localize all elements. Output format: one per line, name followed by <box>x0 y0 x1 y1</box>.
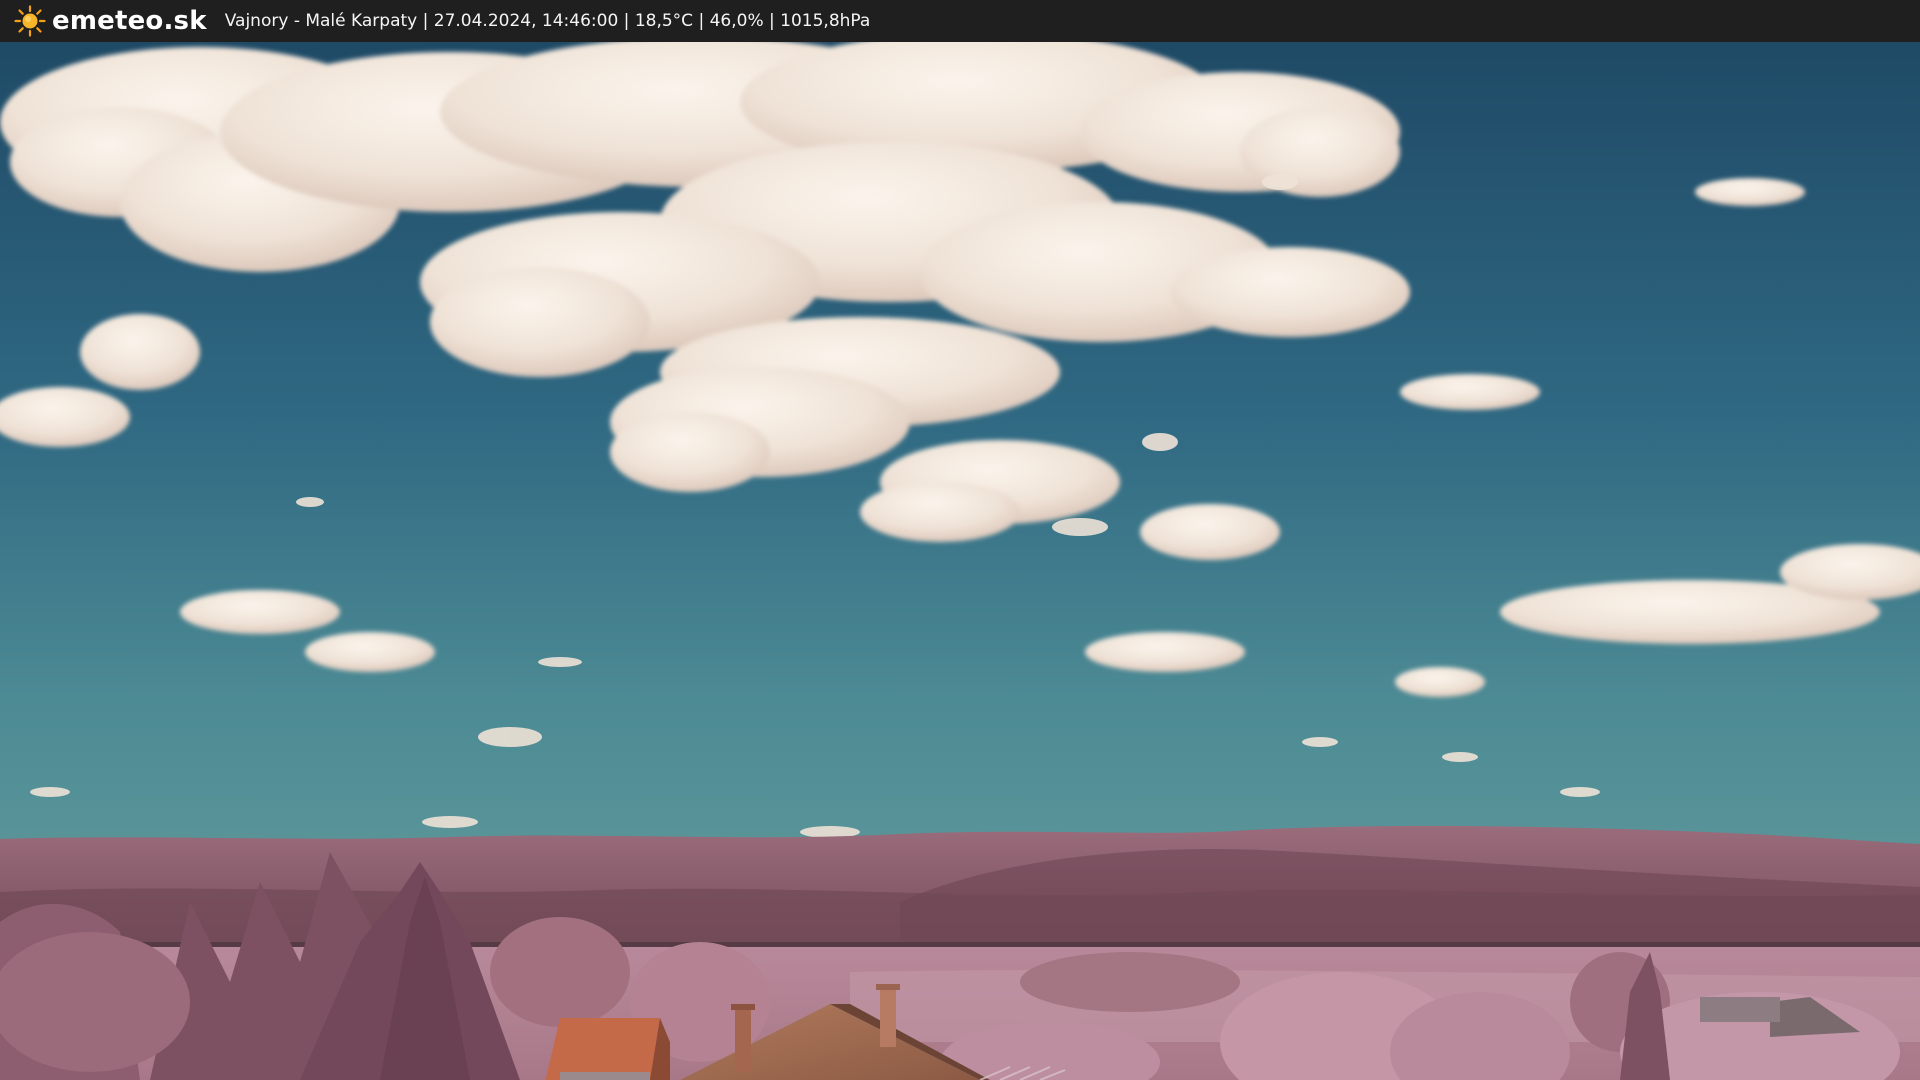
brand-logo[interactable]: emeteo.sk <box>14 5 207 37</box>
separator: | <box>618 11 635 31</box>
house-left <box>545 1018 670 1080</box>
pressure-label: 1015,8hPa <box>780 11 871 31</box>
location-label: Vajnory - Malé Karpaty <box>224 11 418 31</box>
sun-icon <box>14 5 46 37</box>
temperature-label: 18,5°C <box>634 11 694 31</box>
chimney <box>735 1007 751 1072</box>
caption-bar: emeteo.sk Vajnory - Malé Karpaty | 27.04… <box>0 0 1920 42</box>
chimney <box>880 987 896 1047</box>
separator: | <box>763 11 781 31</box>
separator: | <box>693 11 710 31</box>
brand-name: emeteo.sk <box>52 6 207 36</box>
webcam-frame: emeteo.sk Vajnory - Malé Karpaty | 27.04… <box>0 0 1920 1080</box>
separator: | <box>417 11 434 31</box>
humidity-label: 46,0% <box>709 11 764 31</box>
webcam-image <box>0 42 1920 1080</box>
datetime-label: 27.04.2024, 14:46:00 <box>433 11 619 31</box>
station-info: Vajnory - Malé Karpaty | 27.04.2024, 14:… <box>225 11 871 31</box>
